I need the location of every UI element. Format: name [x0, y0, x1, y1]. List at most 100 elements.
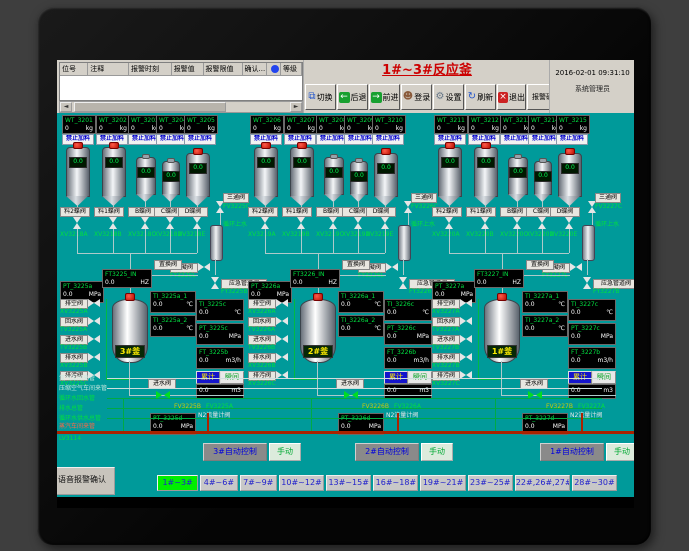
water-valve[interactable]: [88, 299, 100, 307]
feed-valve[interactable]: [538, 217, 546, 229]
feed-tank[interactable]: [102, 147, 126, 197]
water-valve[interactable]: [88, 335, 100, 343]
page-button-1[interactable]: 1#~3#: [157, 475, 198, 491]
water-valve[interactable]: [460, 335, 472, 343]
scroll-right-arrow-icon[interactable]: ►: [290, 102, 302, 112]
water-valve[interactable]: [88, 317, 100, 325]
water-valve[interactable]: [276, 353, 288, 361]
instrument-unit: MPa: [89, 291, 101, 299]
feed-valve[interactable]: [166, 217, 174, 229]
page-button-3[interactable]: 7#~9#: [240, 475, 277, 491]
pipe-line: [265, 253, 385, 254]
pipe-line: [397, 413, 399, 431]
water-valve[interactable]: [276, 299, 288, 307]
pipe-header-label: 氮气车间来管: [59, 375, 95, 382]
alarm-hscrollbar[interactable]: ◄ ►: [59, 101, 303, 113]
instrument-unit: kg: [458, 125, 465, 133]
feed-valve[interactable]: [193, 217, 201, 229]
feed-valve[interactable]: [481, 217, 489, 229]
alarm-column-header[interactable]: 等级: [281, 63, 302, 76]
alarm-column-header[interactable]: 报警时刻: [129, 63, 172, 76]
page-button-4[interactable]: 10#~12#: [279, 475, 324, 491]
water-valve[interactable]: [276, 317, 288, 325]
page-button-10[interactable]: 28#~30#: [572, 475, 617, 491]
toolbar-button-user-login[interactable]: ☻登录: [401, 84, 432, 110]
emergency-pipe-valve[interactable]: [583, 277, 591, 289]
page-button-6[interactable]: 16#~18#: [373, 475, 418, 491]
page-button-2[interactable]: 4#~6#: [200, 475, 237, 491]
water-valve[interactable]: [460, 317, 472, 325]
temp-display-c: TI_3227c0.0℃: [568, 299, 616, 321]
water-valve[interactable]: [88, 353, 100, 361]
feed-tank[interactable]: [438, 147, 462, 197]
toolbar-button-refresh[interactable]: ↻刷新: [465, 84, 496, 110]
level-valve-tag: LV3114: [59, 435, 81, 442]
water-valve[interactable]: [460, 353, 472, 361]
condenser-cold-valve[interactable]: [198, 263, 210, 271]
feed-valve[interactable]: [445, 217, 453, 229]
manual-mode-button[interactable]: 手动: [606, 443, 634, 461]
feed-valve[interactable]: [329, 217, 337, 229]
toolbar-button-switch-view[interactable]: ⧉切换: [305, 84, 336, 110]
instrument-value-row: 0.0℃: [523, 301, 567, 309]
feed-tank[interactable]: [186, 153, 210, 197]
toolbar-button-settings-gear[interactable]: ⚙设置: [433, 84, 464, 110]
alarm-column-header[interactable]: 位号: [60, 63, 88, 76]
totalizer-display: 0.0m3: [384, 384, 432, 399]
instrument-value-row: 0.0℃: [339, 301, 383, 309]
condenser-cold-valve[interactable]: [386, 263, 398, 271]
alarm-column-header[interactable]: 报警值: [172, 63, 204, 76]
feed-valve[interactable]: [109, 217, 117, 229]
page-button-8[interactable]: 23#~25#: [468, 475, 513, 491]
feed-valve[interactable]: [297, 217, 305, 229]
manual-mode-button[interactable]: 手动: [421, 443, 453, 461]
alarm-column-header[interactable]: 确认...: [243, 63, 268, 76]
condenser-cold-valve[interactable]: [570, 263, 582, 271]
feed-tank[interactable]: [474, 147, 498, 197]
manual-mode-button[interactable]: 手动: [269, 443, 301, 461]
feed-valve-tag: XV3218A: [60, 231, 88, 238]
scroll-thumb[interactable]: [74, 102, 226, 112]
feed-tank[interactable]: [558, 153, 582, 197]
feed-valve[interactable]: [565, 217, 573, 229]
toolbar-button-exit[interactable]: ×退出: [497, 84, 526, 110]
instrument-tag: WT_3212: [469, 116, 501, 125]
feed-valve[interactable]: [354, 217, 362, 229]
emergency-pipe-valve[interactable]: [211, 277, 219, 289]
tank-cap: [297, 142, 307, 149]
feed-valve[interactable]: [381, 217, 389, 229]
feed-tank[interactable]: [290, 147, 314, 197]
feed-valve-label: D蝶阀: [178, 207, 208, 217]
page-button-5[interactable]: 13#~15#: [326, 475, 371, 491]
auto-control-button-1[interactable]: 1#自动控制: [540, 443, 604, 461]
page-button-7[interactable]: 19#~21#: [420, 475, 465, 491]
feed-tank[interactable]: [254, 147, 278, 197]
page-button-9[interactable]: 22#,26#,27#: [515, 475, 570, 491]
alarm-column-header[interactable]: 报警限值: [204, 63, 243, 76]
instrument-value-row: 0.0℃: [151, 325, 195, 333]
emergency-pipe-valve[interactable]: [399, 277, 407, 289]
condenser-column: [582, 225, 595, 261]
alarm-column-header[interactable]: 注释: [88, 63, 129, 76]
water-valve[interactable]: [276, 335, 288, 343]
voice-alarm-ack-button[interactable]: 语音报警确认: [57, 467, 115, 495]
auto-control-button-2[interactable]: 2#自动控制: [355, 443, 419, 461]
feed-valve[interactable]: [73, 217, 81, 229]
forbid-feed-label: 禁止加料: [556, 134, 588, 145]
feed-valve[interactable]: [261, 217, 269, 229]
feed-tank[interactable]: [374, 153, 398, 197]
toolbar-button-back-arrow[interactable]: ←后退: [337, 84, 368, 110]
pipe-line: [146, 275, 198, 276]
auto-control-button-3[interactable]: 3#自动控制: [203, 443, 267, 461]
feed-valve-tag: XV3218C: [128, 231, 156, 238]
instrument-value-row: 0.0HZ: [475, 279, 523, 287]
feed-valve[interactable]: [513, 217, 521, 229]
scroll-left-arrow-icon[interactable]: ◄: [60, 102, 72, 112]
water-valve[interactable]: [460, 299, 472, 307]
feed-valve[interactable]: [141, 217, 149, 229]
feed-tank[interactable]: [66, 147, 90, 197]
instrument-unit: MPa: [229, 333, 241, 341]
toolbar-button-forward-arrow[interactable]: →前进: [369, 84, 400, 110]
instrument-unit: ℃: [558, 301, 565, 309]
instrument-value-row: 0kg: [469, 125, 501, 133]
